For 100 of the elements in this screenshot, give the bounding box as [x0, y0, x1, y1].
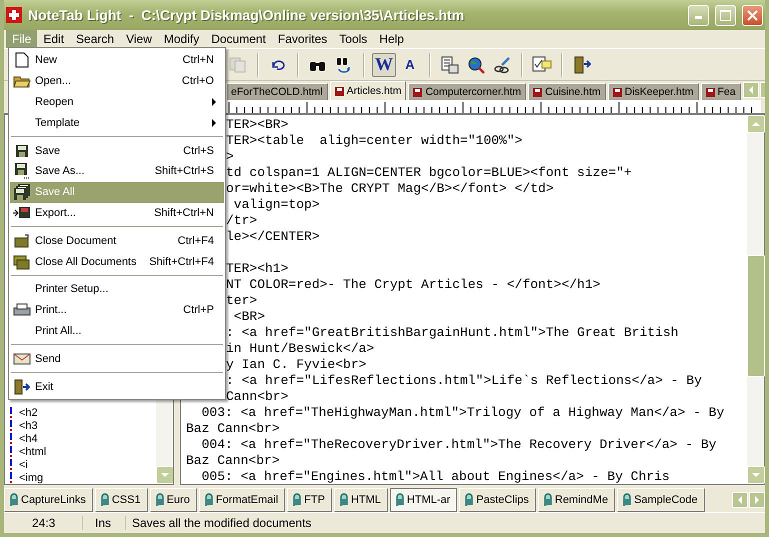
scroll-down-button[interactable] — [156, 466, 173, 484]
clip-library-tab[interactable]: Euro — [150, 488, 197, 512]
scroll-thumb[interactable] — [747, 255, 765, 377]
code-line: td colspan=1 ALIGN=CENTER bgcolor=BLUE><font size="+ — [226, 165, 632, 181]
scroll-left-button[interactable] — [742, 82, 759, 98]
scroll-left-button[interactable] — [732, 492, 748, 508]
tab-document-icon — [612, 88, 622, 96]
clip-item[interactable]: <img — [9, 471, 46, 484]
clip-library-tab[interactable]: CaptureLinks — [4, 488, 93, 512]
menu-item[interactable]: Close All Documents Shift+Ctrl+F4 — [10, 251, 224, 272]
clip-library-tab[interactable]: RemindMe — [538, 488, 616, 512]
minimize-button[interactable] — [688, 4, 709, 26]
word-wrap-button[interactable]: W — [372, 52, 396, 76]
maximize-button[interactable] — [715, 4, 736, 26]
folders-icon — [13, 254, 31, 270]
cursor-position: 24:3 — [4, 516, 83, 530]
menu-item[interactable]: Open... Ctrl+O — [10, 70, 224, 92]
scroll-down-button[interactable] — [747, 466, 765, 484]
code-line: /tr> — [226, 213, 258, 229]
clip-library-tab[interactable]: SampleCode — [617, 488, 705, 512]
menu-item[interactable]: Close Document Ctrl+F4 — [10, 230, 224, 252]
clip-library-tab[interactable]: FTP — [287, 488, 332, 512]
code-line: Cann<br> — [226, 389, 288, 405]
menu-item[interactable]: Reopen — [10, 92, 224, 112]
menu-title[interactable]: Help — [373, 30, 410, 48]
clip-item[interactable]: <html — [9, 445, 46, 458]
floppy-disk-icon — [14, 163, 30, 180]
clip-library-tab[interactable]: FormatEmail — [198, 488, 286, 512]
clip-library-tab[interactable]: CSS1 — [94, 488, 148, 512]
code-line: 003: <a href="TheHighwayMan.html">Trilogy of a Highway Man</a> - By — [200, 405, 724, 421]
clip-library-icon — [204, 493, 214, 507]
menu-title[interactable]: Document — [205, 30, 272, 48]
menu-title[interactable]: Edit — [37, 30, 70, 48]
menu-title[interactable]: Tools — [333, 30, 374, 48]
menu-item[interactable]: Printer Setup... — [10, 278, 224, 300]
exclamation-icon — [9, 407, 13, 418]
clip-library-icon — [542, 493, 553, 507]
arrow-floppy-icon — [13, 206, 31, 219]
document-tab[interactable]: Articles.htm — [330, 81, 406, 100]
clip-item[interactable]: <h3 — [9, 419, 46, 432]
tab-document-icon — [706, 88, 714, 96]
clip-item[interactable]: <i — [9, 458, 46, 471]
exclamation-icon — [9, 433, 13, 444]
document-tab[interactable]: Cuisine.htm — [528, 83, 606, 100]
code-line: ter> — [226, 293, 258, 309]
code-line: le></CENTER> — [226, 229, 320, 245]
chain-link-pen-icon — [493, 56, 511, 74]
document-tab[interactable]: Fea — [700, 83, 741, 100]
checklist-note-icon — [532, 56, 552, 74]
folder-icon — [14, 234, 30, 248]
down-arrow-icon — [752, 471, 760, 479]
document-tab[interactable]: DisKeeper.htm — [608, 83, 698, 100]
menu-item[interactable]: Export... Shift+Ctrl+N — [10, 202, 224, 224]
clip-library-icon — [338, 493, 349, 507]
tab-document-icon — [413, 88, 422, 96]
document-tab[interactable]: Computercorner.htm — [408, 83, 526, 100]
close-button[interactable] — [742, 4, 763, 26]
clip-library-tab[interactable]: HTML — [334, 488, 388, 512]
menu-item[interactable]: Save As... Shift+Ctrl+S — [10, 160, 224, 182]
code-line: > — [226, 149, 234, 165]
menu-item[interactable]: Template — [10, 112, 224, 134]
clip-item[interactable]: <h4 — [9, 432, 46, 445]
undo-icon — [271, 60, 285, 70]
clip-library-icon — [622, 493, 632, 507]
exit-door-icon — [573, 56, 591, 74]
stacked-floppy-disks-icon — [14, 184, 30, 200]
scroll-up-button[interactable] — [747, 115, 765, 133]
copy-pages-icon — [229, 56, 247, 72]
scrollbar[interactable] — [747, 115, 764, 484]
menu-title[interactable]: Favorites — [272, 30, 334, 48]
menu-item[interactable]: Print... Ctrl+P — [10, 300, 224, 321]
exclamation-icon — [9, 459, 13, 470]
code-line: NT COLOR=red>- The Crypt Articles - </font></h1> — [226, 277, 600, 293]
scroll-right-button[interactable] — [749, 492, 765, 508]
code-line: TER><table aligh=center width="100%"> — [226, 133, 522, 149]
menu-title[interactable]: Search — [70, 30, 120, 48]
page-icon — [15, 52, 29, 68]
clip-library-tab[interactable]: HTML-ar — [390, 488, 458, 512]
clip-item[interactable]: <h2 — [9, 406, 46, 419]
menu-title[interactable]: View — [120, 30, 158, 48]
menu-item[interactable]: Print All... — [10, 320, 224, 342]
exclamation-icon — [9, 472, 13, 483]
tab-document-icon — [533, 88, 542, 96]
menu-item[interactable]: Save Ctrl+S — [10, 140, 224, 161]
text-format-button[interactable]: A — [398, 52, 422, 76]
globe-magnifier-icon — [467, 56, 485, 74]
menu-title[interactable]: Modify — [158, 30, 206, 48]
code-line: or=white><B>The CRYPT Mag</B></font> </td> — [226, 181, 554, 197]
clip-library-tab[interactable]: PasteClips — [459, 488, 536, 512]
code-line: TER><BR> — [226, 117, 288, 133]
clip-library-icon — [100, 493, 110, 507]
menu-item[interactable]: New Ctrl+N — [10, 50, 224, 71]
app-logo-icon — [6, 7, 22, 23]
menu-item[interactable]: Send — [10, 348, 224, 370]
code-line: in Hunt/Beswick</a> — [226, 341, 374, 357]
menu-item[interactable]: Exit — [10, 376, 224, 397]
document-tab[interactable]: eForTheCOLD.html — [226, 83, 328, 100]
code-line: : <a href="GreatBritishBargainHunt.html">The Great British — [226, 325, 678, 341]
code-line: 005: <a href="Engines.html">All about Engines</a> - By Chris — [200, 469, 670, 484]
folder-icon — [13, 74, 31, 88]
